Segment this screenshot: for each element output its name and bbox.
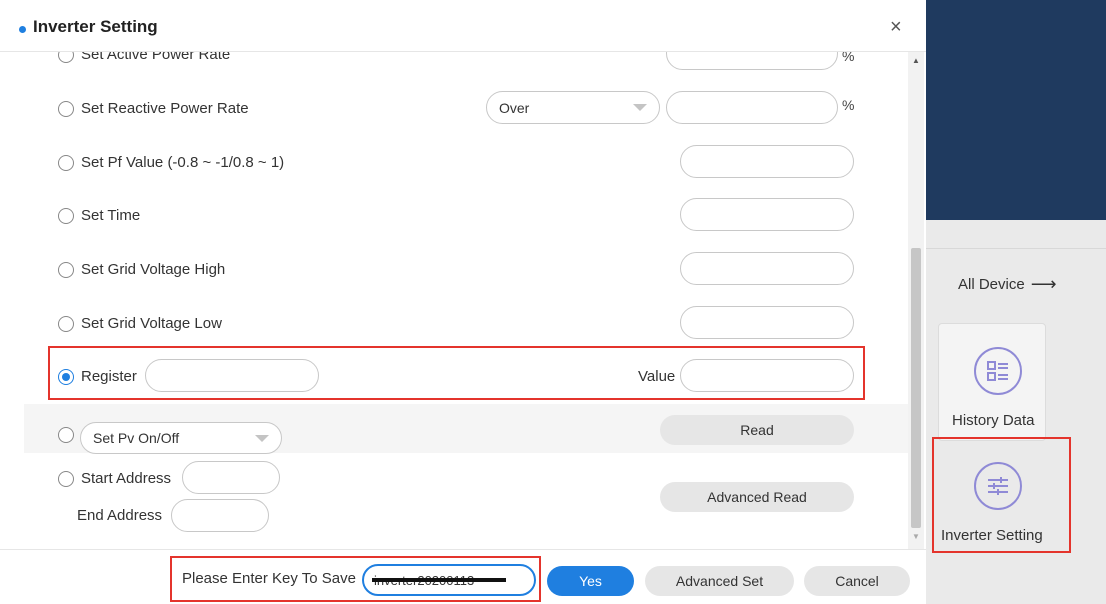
dialog-title: Inverter Setting: [33, 17, 158, 36]
dialog-footer: Please Enter Key To Save inverter2020011…: [0, 549, 926, 604]
close-icon[interactable]: ×: [890, 16, 902, 39]
row-grid-voltage-low[interactable]: Set Grid Voltage Low: [58, 315, 222, 332]
all-device-label: All Device: [958, 276, 1025, 293]
title-dot-icon: [19, 26, 26, 33]
active-power-rate-input[interactable]: [666, 52, 838, 70]
active-power-unit: %: [842, 52, 855, 64]
reactive-power-unit: %: [842, 97, 855, 113]
chevron-down-icon: [255, 434, 269, 442]
radio-start-address[interactable]: [58, 470, 74, 487]
highlight-box-register: [48, 346, 865, 400]
set-time-label: Set Time: [81, 207, 141, 224]
radio-active-power-rate[interactable]: [58, 52, 74, 63]
start-address-label: Start Address: [81, 470, 172, 487]
highlight-box-inverter-setting: [932, 437, 1071, 553]
yes-button[interactable]: Yes: [547, 566, 634, 596]
end-address-input[interactable]: [171, 499, 269, 532]
row-reactive-power-rate[interactable]: Set Reactive Power Rate: [58, 100, 249, 117]
pf-value-label: Set Pf Value (-0.8 ~ -1/0.8 ~ 1): [81, 154, 285, 171]
arrow-right-icon: ⟶: [1030, 274, 1057, 294]
all-device-link[interactable]: All Device ⟶: [958, 274, 1057, 295]
radio-grid-voltage-high[interactable]: [58, 261, 74, 278]
pf-value-input[interactable]: [680, 145, 854, 178]
history-data-label[interactable]: History Data: [952, 412, 1035, 429]
header-background: [926, 0, 1106, 220]
row-grid-voltage-high[interactable]: Set Grid Voltage High: [58, 261, 225, 278]
grid-voltage-high-input[interactable]: [680, 252, 854, 285]
settings-content: Set Active Power Rate % Set Reactive Pow…: [0, 52, 926, 549]
scrollbar-thumb[interactable]: [911, 248, 921, 528]
inverter-setting-dialog: Inverter Setting × Set Active Power Rate…: [0, 0, 926, 604]
row-set-time[interactable]: Set Time: [58, 207, 140, 224]
grid-voltage-low-input[interactable]: [680, 306, 854, 339]
radio-grid-voltage-low[interactable]: [58, 315, 74, 332]
reactive-select-value: Over: [499, 99, 530, 116]
scroll-down-icon[interactable]: ▼: [912, 532, 920, 541]
radio-reactive-power-rate[interactable]: [58, 100, 74, 117]
start-address-input[interactable]: [182, 461, 280, 494]
pv-select[interactable]: Set Pv On/Off: [80, 422, 282, 454]
pv-select-value: Set Pv On/Off: [93, 430, 180, 446]
row-start-address[interactable]: Start Address: [58, 470, 171, 487]
scroll-up-icon[interactable]: ▲: [912, 56, 920, 65]
highlight-box-key: [170, 556, 541, 602]
active-power-rate-label: Set Active Power Rate: [81, 52, 231, 63]
cancel-button[interactable]: Cancel: [804, 566, 910, 596]
advanced-read-button[interactable]: Advanced Read: [660, 482, 854, 512]
row-active-power-rate[interactable]: Set Active Power Rate: [58, 52, 230, 63]
reactive-power-select[interactable]: Over: [486, 91, 660, 124]
reactive-power-rate-input[interactable]: [666, 91, 838, 124]
row-pf-value[interactable]: Set Pf Value (-0.8 ~ -1/0.8 ~ 1): [58, 154, 284, 171]
set-time-input[interactable]: [680, 198, 854, 231]
read-button[interactable]: Read: [660, 415, 854, 445]
advanced-set-button[interactable]: Advanced Set: [645, 566, 794, 596]
chevron-down-icon: [633, 104, 647, 111]
grid-voltage-low-label: Set Grid Voltage Low: [81, 315, 222, 332]
radio-set-time[interactable]: [58, 207, 74, 224]
radio-pf-value[interactable]: [58, 154, 74, 171]
reactive-power-rate-label: Set Reactive Power Rate: [81, 100, 249, 117]
end-address-label: End Address: [77, 507, 163, 524]
list-icon[interactable]: [974, 347, 1022, 395]
grid-voltage-high-label: Set Grid Voltage High: [81, 261, 226, 278]
dialog-title-bar: Inverter Setting ×: [0, 0, 926, 52]
side-divider: [926, 248, 1106, 249]
radio-pv-select[interactable]: [58, 427, 74, 443]
